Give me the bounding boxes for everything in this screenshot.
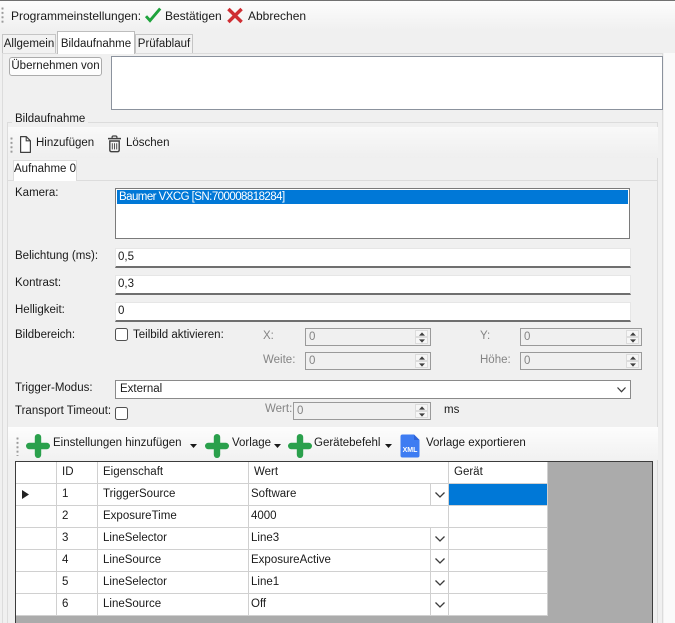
svg-text:XML: XML bbox=[403, 447, 419, 454]
